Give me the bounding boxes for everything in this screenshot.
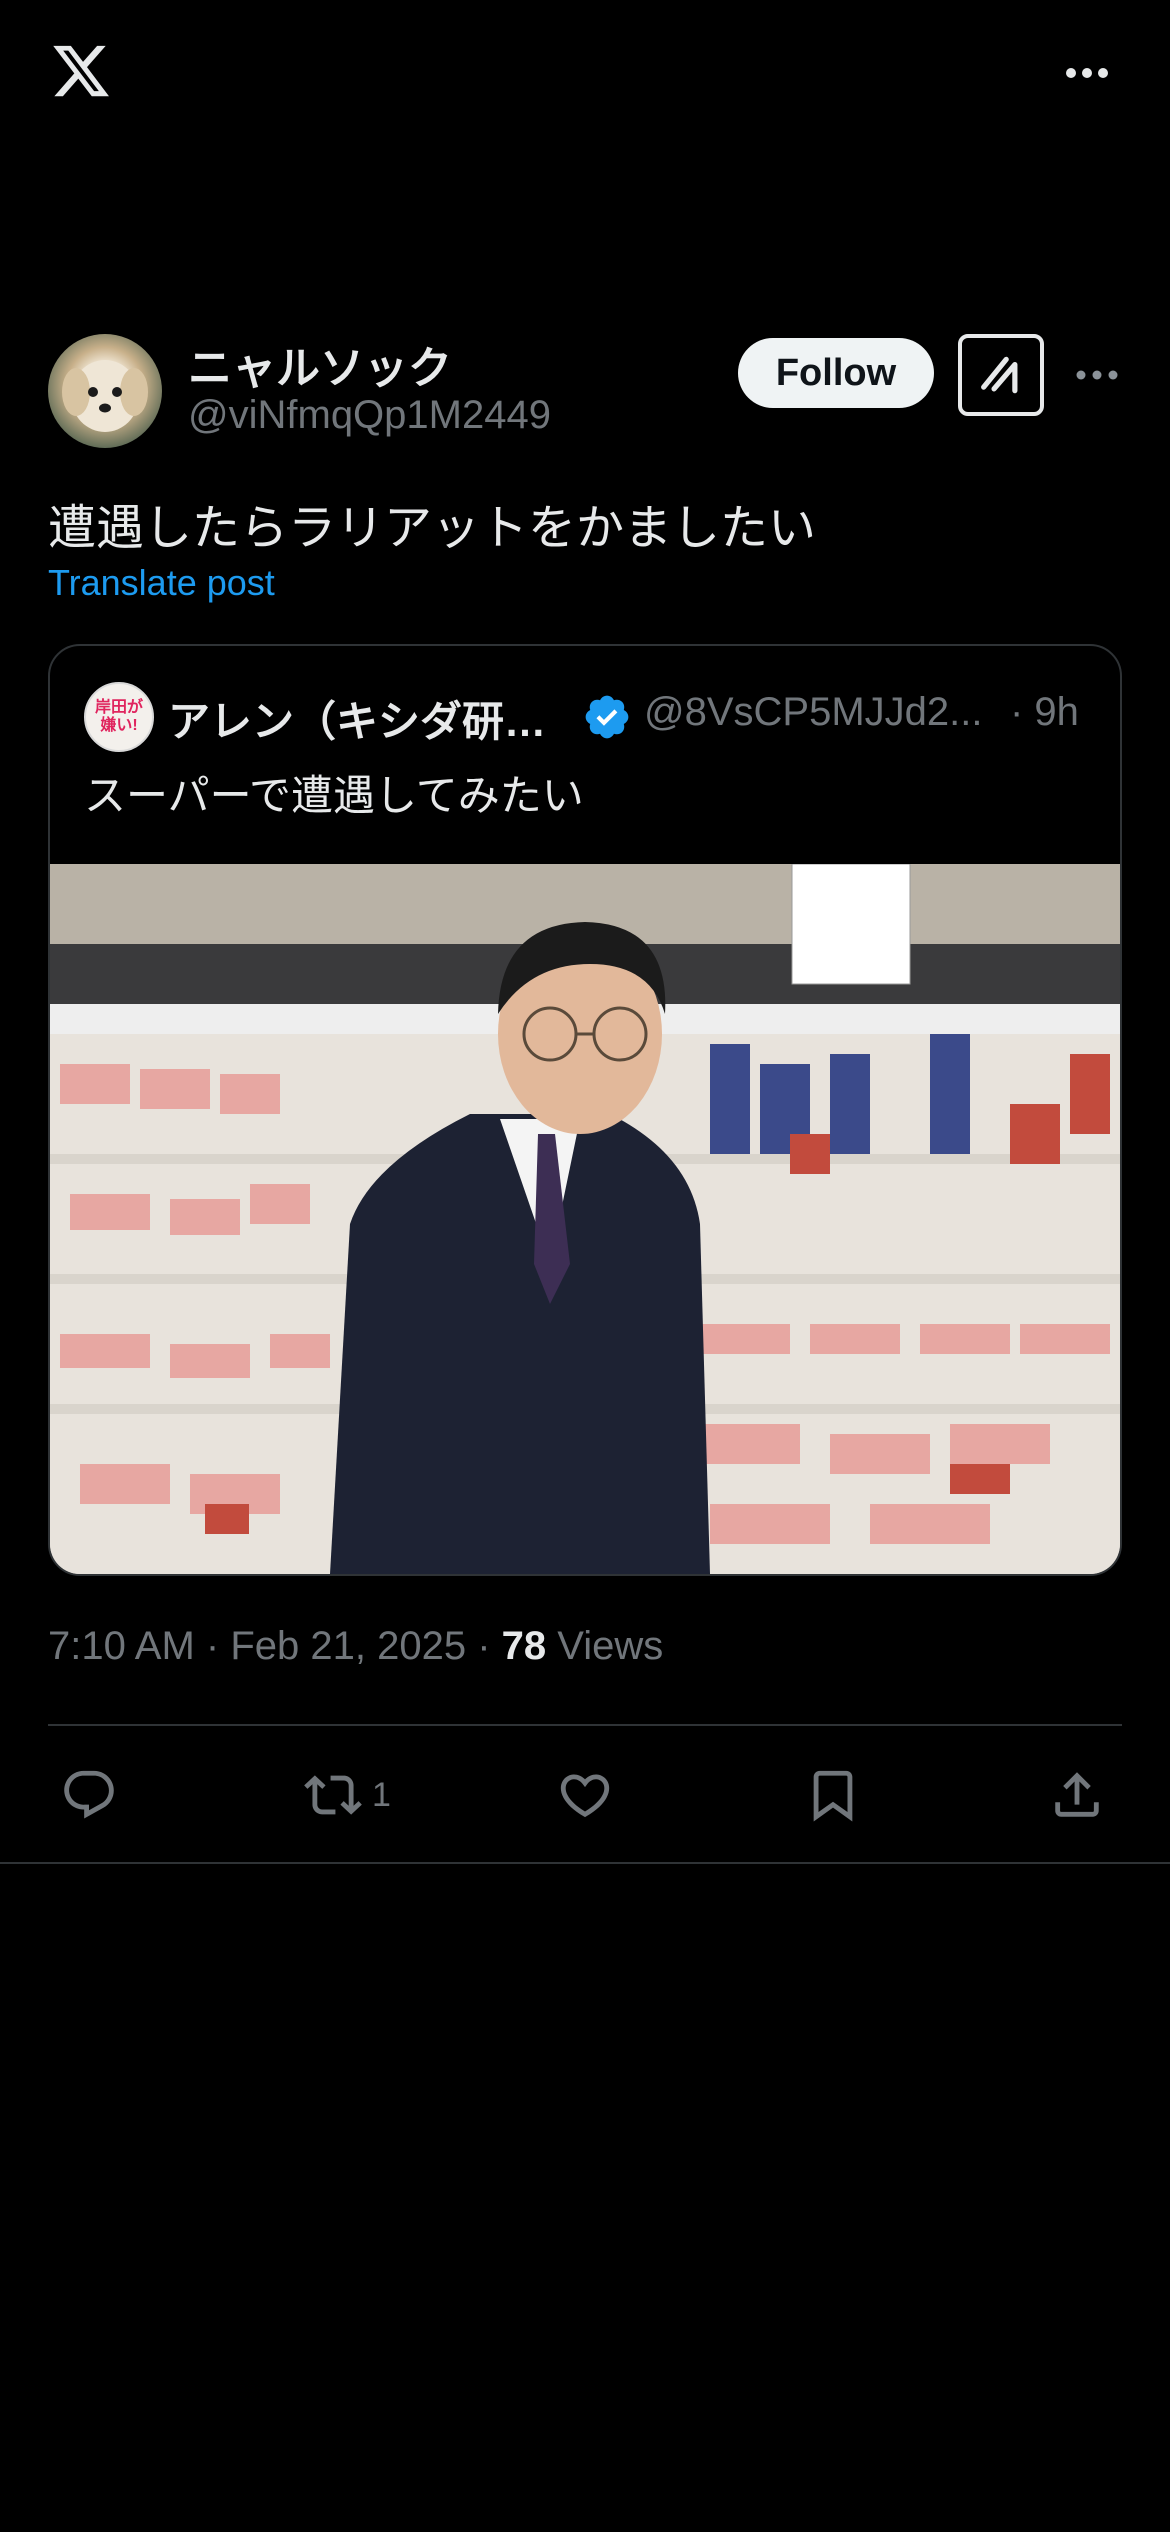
meta-separator: · (477, 1624, 502, 1668)
share-icon (1055, 1772, 1099, 1817)
meta-separator: · (205, 1624, 231, 1668)
repost-icon (304, 1775, 362, 1815)
quote-avatar[interactable]: 岸田が 嫌い! (84, 682, 154, 752)
verified-badge-icon (582, 692, 632, 742)
views-count: 78 (501, 1624, 547, 1668)
x-logo-icon[interactable] (48, 40, 114, 102)
reply-button[interactable] (60, 1760, 118, 1830)
share-button[interactable] (1048, 1760, 1106, 1830)
quote-display-name[interactable]: アレン（キシダ研究所） (168, 688, 578, 749)
more-horizontal-icon[interactable] (1062, 58, 1112, 88)
repost-count: 1 (372, 1775, 391, 1814)
like-button[interactable] (556, 1760, 614, 1830)
display-name[interactable]: ニャルソック (188, 332, 452, 396)
more-horizontal-icon[interactable] (1072, 362, 1122, 388)
follow-button[interactable]: Follow (738, 338, 934, 408)
post-date[interactable]: Feb 21, 2025 (230, 1624, 466, 1668)
heart-icon (560, 1774, 610, 1818)
post-time[interactable]: 7:10 AM (48, 1624, 195, 1668)
repost-button[interactable]: 1 (304, 1760, 391, 1830)
quote-text: スーパーで遭遇してみたい (84, 772, 584, 819)
grok-icon[interactable] (958, 334, 1044, 416)
translate-post-link[interactable]: Translate post (48, 562, 275, 604)
reply-icon (64, 1770, 114, 1819)
avatar[interactable] (48, 334, 162, 448)
bookmark-icon (813, 1770, 853, 1822)
quoted-post-card[interactable]: 岸田が 嫌い! アレン（キシダ研究所） @8VsCP5MJJd2... · 9h… (48, 644, 1122, 1576)
quote-timestamp[interactable]: · 9h (1010, 690, 1079, 735)
quote-avatar-text: 岸田が 嫌い! (94, 699, 143, 734)
divider (48, 1724, 1122, 1726)
divider (0, 1862, 1170, 1864)
quote-photo[interactable] (50, 863, 1120, 1574)
user-handle[interactable]: @viNfmqQp1M2449 (188, 393, 551, 438)
bookmark-button[interactable] (804, 1760, 862, 1830)
post-text: 遭遇したらラリアットをかましたい (48, 502, 817, 555)
quote-handle[interactable]: @8VsCP5MJJd2... (644, 690, 983, 735)
post-meta: 7:10 AM · Feb 21, 2025 · 78 Views (48, 1624, 663, 1669)
views-label: Views (557, 1624, 664, 1668)
